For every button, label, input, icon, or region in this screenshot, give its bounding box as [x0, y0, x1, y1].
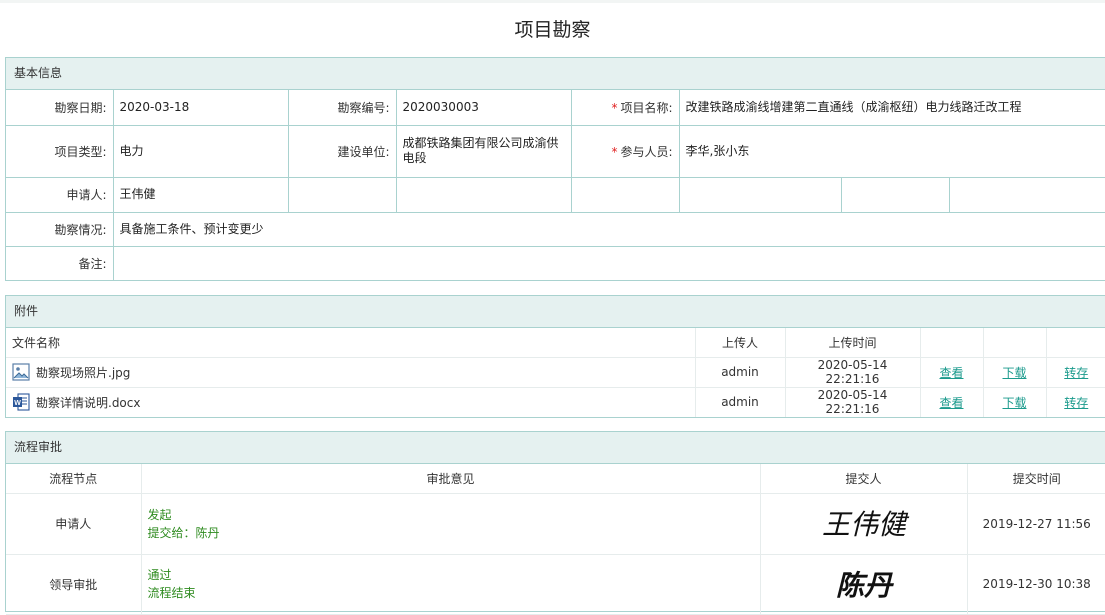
download-link[interactable]: 下载 — [1002, 396, 1026, 410]
empty-cell — [1046, 328, 1105, 358]
signature-image: 陈丹 — [835, 569, 893, 602]
col-upload-time: 上传时间 — [785, 328, 921, 358]
participants-label-cell: * 参与人员: — [571, 125, 680, 178]
basic-info-table: 勘察日期: 2020-03-18 勘察编号: 2020030003 * 项目名称:… — [6, 90, 1105, 280]
file-name-cell: W 勘察详情说明.docx — [6, 387, 696, 417]
opinion-action: 发起 — [147, 507, 172, 522]
empty-cell — [949, 177, 1105, 213]
view-link[interactable]: 查看 — [939, 366, 963, 380]
workflow-header: 流程审批 — [6, 432, 1105, 464]
empty-cell — [679, 177, 842, 213]
flow-node: 申请人 — [6, 493, 142, 555]
flow-time: 2019-12-30 10:38 — [967, 554, 1105, 615]
transfer-link[interactable]: 转存 — [1064, 396, 1088, 410]
remark-label: 备注: — [6, 246, 114, 280]
remark-value — [113, 246, 1105, 280]
word-file-icon: W — [13, 393, 30, 411]
flow-node: 领导审批 — [6, 554, 142, 615]
survey-date-value: 2020-03-18 — [113, 90, 289, 126]
download-link[interactable]: 下载 — [1002, 366, 1026, 380]
col-opinion: 审批意见 — [141, 464, 761, 494]
flow-opinion-cell: 通过 流程结束 — [141, 554, 761, 615]
table-row: W 勘察详情说明.docx admin 2020-05-14 22:21:16 … — [6, 387, 1105, 417]
file-uploader: admin — [695, 357, 786, 388]
signature-cell: 王伟健 — [760, 493, 968, 555]
page-title: 项目勘察 — [514, 19, 591, 41]
col-submitter: 提交人 — [760, 464, 968, 494]
participants-value: 李华,张小东 — [679, 125, 1105, 178]
table-row: 领导审批 通过 流程结束 陈丹 2019-12-30 10:38 — [6, 554, 1105, 615]
file-name: 勘察现场照片.jpg — [36, 365, 131, 380]
participants-label: 参与人员: — [620, 144, 673, 159]
file-name: 勘察详情说明.docx — [36, 395, 141, 410]
flow-time: 2019-12-27 11:56 — [967, 493, 1105, 555]
builder-label: 建设单位: — [288, 125, 397, 178]
col-file-name: 文件名称 — [6, 328, 696, 358]
empty-cell — [983, 328, 1047, 358]
applicant-label: 申请人: — [6, 177, 114, 213]
survey-date-label: 勘察日期: — [6, 90, 114, 126]
image-file-icon — [12, 363, 30, 381]
table-row: 申请人 发起 提交给：陈丹 王伟健 2019-12-27 11:56 — [6, 493, 1105, 555]
opinion-action: 通过 — [147, 568, 172, 582]
required-mark: * — [611, 100, 618, 115]
col-uploader: 上传人 — [695, 328, 786, 358]
basic-info-panel: 基本信息 勘察日期: 2020-03-18 勘察编号: 2020030003 *… — [5, 57, 1105, 281]
applicant-value: 王伟健 — [113, 177, 289, 213]
opinion-detail: 提交给：陈丹 — [147, 525, 220, 540]
empty-cell — [396, 177, 572, 213]
situation-label: 勘察情况: — [6, 212, 114, 247]
signature-cell: 陈丹 — [760, 554, 968, 615]
attachments-table: 文件名称 上传人 上传时间 勘察现场照片.jpg admin 2020-05-1… — [6, 328, 1105, 417]
project-name-label: 项目名称: — [620, 100, 673, 115]
empty-cell — [841, 177, 950, 213]
workflow-table: 流程节点 审批意见 提交人 提交时间 申请人 发起 提交给：陈丹 王伟健 201… — [6, 464, 1105, 615]
view-link[interactable]: 查看 — [939, 396, 963, 410]
attachments-panel: 附件 文件名称 上传人 上传时间 勘察现场照片.jpg admin 2020-0… — [5, 295, 1105, 418]
signature-text: 陈丹 — [835, 569, 893, 602]
project-name-value: 改建铁路成渝线增建第二直通线（成渝枢纽）电力线路迁改工程 — [679, 90, 1105, 126]
required-mark: * — [611, 144, 618, 159]
project-type-value: 电力 — [113, 125, 289, 178]
attachments-header: 附件 — [6, 296, 1105, 328]
survey-no-value: 2020030003 — [396, 90, 572, 126]
builder-value: 成都铁路集团有限公司成渝供电段 — [396, 125, 572, 178]
empty-cell — [571, 177, 680, 213]
svg-text:W: W — [14, 400, 21, 407]
workflow-panel: 流程审批 流程节点 审批意见 提交人 提交时间 申请人 发起 提交给：陈丹 王伟… — [5, 431, 1105, 615]
transfer-link[interactable]: 转存 — [1064, 366, 1088, 380]
basic-info-header: 基本信息 — [6, 58, 1105, 90]
file-uploader: admin — [695, 387, 786, 417]
opinion-detail: 流程结束 — [147, 586, 196, 600]
col-node: 流程节点 — [6, 464, 142, 494]
project-type-label: 项目类型: — [6, 125, 114, 178]
situation-value: 具备施工条件、预计变更少 — [113, 212, 1105, 247]
flow-opinion-cell: 发起 提交给：陈丹 — [141, 493, 761, 555]
project-name-label-cell: * 项目名称: — [571, 90, 680, 126]
table-row: 勘察现场照片.jpg admin 2020-05-14 22:21:16 查看 … — [6, 357, 1105, 388]
signature-image: 王伟健 — [821, 508, 909, 541]
col-submit-time: 提交时间 — [967, 464, 1105, 494]
file-upload-time: 2020-05-14 22:21:16 — [785, 387, 921, 417]
empty-cell — [920, 328, 984, 358]
file-name-cell: 勘察现场照片.jpg — [6, 357, 696, 388]
top-strip — [0, 0, 1105, 3]
file-upload-time: 2020-05-14 22:21:16 — [785, 357, 921, 388]
survey-no-label: 勘察编号: — [288, 90, 397, 126]
signature-text: 王伟健 — [821, 508, 909, 541]
empty-cell — [288, 177, 397, 213]
